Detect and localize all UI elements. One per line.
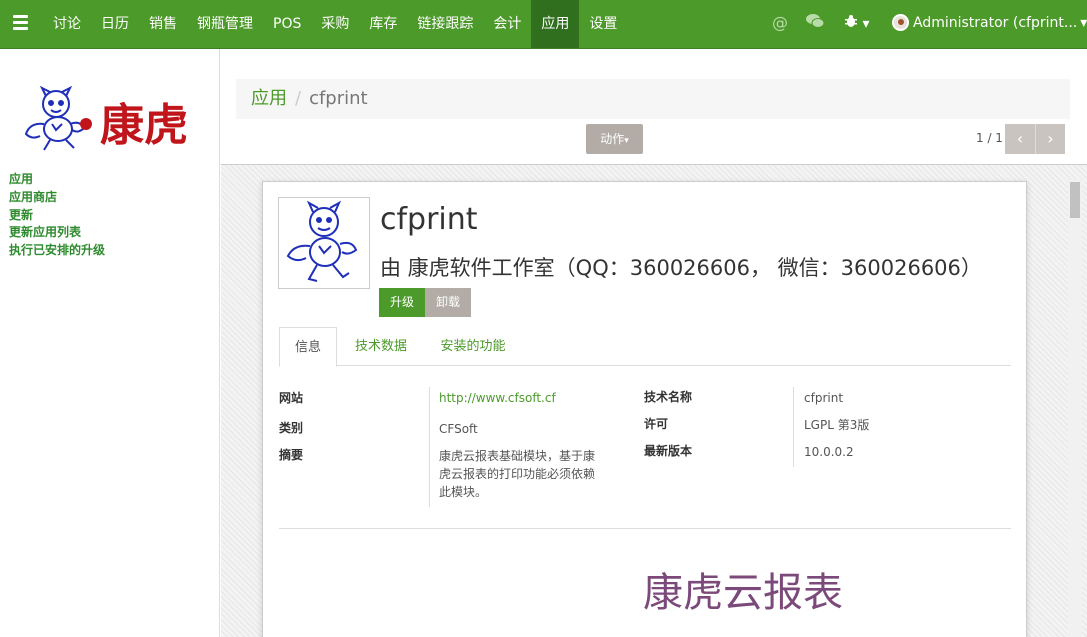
divider bbox=[429, 387, 430, 507]
action-caret-icon: ▾ bbox=[624, 136, 629, 146]
latest-version-value: 10.0.0.2 bbox=[804, 445, 854, 459]
breadcrumb-parent[interactable]: 应用 bbox=[251, 88, 287, 109]
control-panel: 应用 / cfprint 动作▾ 1 / 1 ‹ › bbox=[221, 49, 1087, 165]
menu-item-link-tracker[interactable]: 链接跟踪 bbox=[407, 0, 483, 48]
technical-name-label: 技术名称 bbox=[644, 390, 693, 404]
breadcrumb-current: cfprint bbox=[309, 88, 368, 109]
top-navbar: 讨论 日历 销售 钢瓶管理 POS 采购 库存 链接跟踪 会计 应用 设置 @ … bbox=[0, 0, 1087, 49]
website-link[interactable]: http://www.cfsoft.cf bbox=[439, 391, 556, 405]
menu-item-apps[interactable]: 应用 bbox=[531, 0, 580, 48]
apps-menu-icon[interactable] bbox=[13, 15, 28, 32]
uninstall-button[interactable]: 卸载 bbox=[425, 288, 471, 317]
menu-item-pos[interactable]: POS bbox=[263, 0, 311, 48]
category-value: CFSoft bbox=[439, 422, 478, 436]
menu-item-accounting[interactable]: 会计 bbox=[483, 0, 531, 48]
avatar bbox=[892, 14, 909, 31]
user-name: Administrator (cfprint... bbox=[913, 14, 1078, 31]
latest-version-label: 最新版本 bbox=[644, 444, 693, 458]
menu-item-discuss[interactable]: 讨论 bbox=[43, 0, 91, 48]
user-menu[interactable]: Administrator (cfprint... ▾ bbox=[892, 14, 1087, 31]
chat-icon[interactable] bbox=[806, 13, 825, 34]
menu-item-calendar[interactable]: 日历 bbox=[91, 0, 139, 48]
upgrade-button[interactable]: 升级 bbox=[379, 288, 425, 317]
sidebar: 康虎 应用 应用商店 更新 更新应用列表 执行已安排的升级 bbox=[0, 49, 220, 637]
license-label: 许可 bbox=[644, 417, 669, 431]
breadcrumb-separator: / bbox=[295, 88, 302, 109]
menu-item-inventory[interactable]: 库存 bbox=[359, 0, 407, 48]
menu-item-purchase[interactable]: 采购 bbox=[311, 0, 359, 48]
summary-line: 此模块。 bbox=[439, 485, 488, 499]
divider bbox=[793, 387, 794, 467]
breadcrumb: 应用 / cfprint bbox=[236, 79, 1070, 119]
technical-name-value: cfprint bbox=[804, 391, 844, 405]
notebook-tabs: 信息 技术数据 安装的功能 bbox=[279, 327, 1011, 367]
sidebar-item-app-store[interactable]: 应用商店 bbox=[9, 188, 57, 205]
module-name: cfprint bbox=[380, 202, 478, 237]
action-dropdown-button[interactable]: 动作▾ bbox=[586, 124, 643, 154]
pager-next-button[interactable]: › bbox=[1035, 124, 1065, 154]
debug-icon[interactable]: ▾ bbox=[844, 14, 869, 32]
summary-value: 康虎云报表基础模块，基于康 虎云报表的打印功能必须依赖 此模块。 bbox=[439, 447, 619, 501]
tab-installed-features[interactable]: 安装的功能 bbox=[431, 327, 515, 367]
sidebar-item-update-app-list[interactable]: 更新应用列表 bbox=[9, 223, 81, 240]
menu-item-cylinder-management[interactable]: 钢瓶管理 bbox=[187, 0, 263, 48]
summary-line: 康虎云报表基础模块，基于康 bbox=[439, 449, 596, 463]
logo-text: 康虎 bbox=[100, 100, 188, 151]
form-sheet: cfprint 由 康虎软件工作室（QQ：360026606， 微信：36002… bbox=[262, 181, 1027, 637]
user-menu-caret: ▾ bbox=[1080, 14, 1087, 31]
menu-item-settings[interactable]: 设置 bbox=[579, 0, 627, 48]
sidebar-item-updates[interactable]: 更新 bbox=[9, 206, 33, 223]
sidebar-item-apply-scheduled-upgrades[interactable]: 执行已安排的升级 bbox=[9, 241, 105, 258]
pager-previous-button[interactable]: ‹ bbox=[1005, 124, 1035, 154]
debug-caret: ▾ bbox=[862, 16, 870, 32]
module-author: 由 康虎软件工作室（QQ：360026606， 微信：360026606） bbox=[380, 256, 982, 280]
menu-item-sales[interactable]: 销售 bbox=[139, 0, 187, 48]
summary-line: 虎云报表的打印功能必须依赖 bbox=[439, 467, 596, 481]
section-divider bbox=[279, 528, 1011, 529]
website-label: 网站 bbox=[279, 391, 304, 405]
website-value[interactable]: http://www.cfsoft.cf bbox=[439, 389, 556, 407]
license-value: LGPL 第3版 bbox=[804, 418, 870, 432]
company-logo: 康虎 bbox=[20, 84, 192, 154]
scrollbar[interactable] bbox=[1068, 179, 1082, 637]
form-view: cfprint 由 康虎软件工作室（QQ：360026606， 微信：36002… bbox=[221, 165, 1087, 637]
scrollbar-thumb[interactable] bbox=[1070, 182, 1080, 218]
description-heading: 康虎云报表 bbox=[643, 570, 843, 616]
action-label: 动作 bbox=[600, 132, 625, 146]
pager-value[interactable]: 1 / 1 bbox=[976, 131, 1003, 145]
at-mention-icon[interactable]: @ bbox=[772, 13, 788, 33]
summary-label: 摘要 bbox=[279, 448, 304, 462]
tab-info[interactable]: 信息 bbox=[279, 327, 337, 367]
tab-technical-data[interactable]: 技术数据 bbox=[343, 327, 419, 367]
module-icon bbox=[278, 197, 370, 289]
main-menu: 讨论 日历 销售 钢瓶管理 POS 采购 库存 链接跟踪 会计 应用 设置 bbox=[43, 0, 627, 48]
sidebar-item-apps[interactable]: 应用 bbox=[9, 170, 33, 187]
category-label: 类别 bbox=[279, 421, 304, 435]
